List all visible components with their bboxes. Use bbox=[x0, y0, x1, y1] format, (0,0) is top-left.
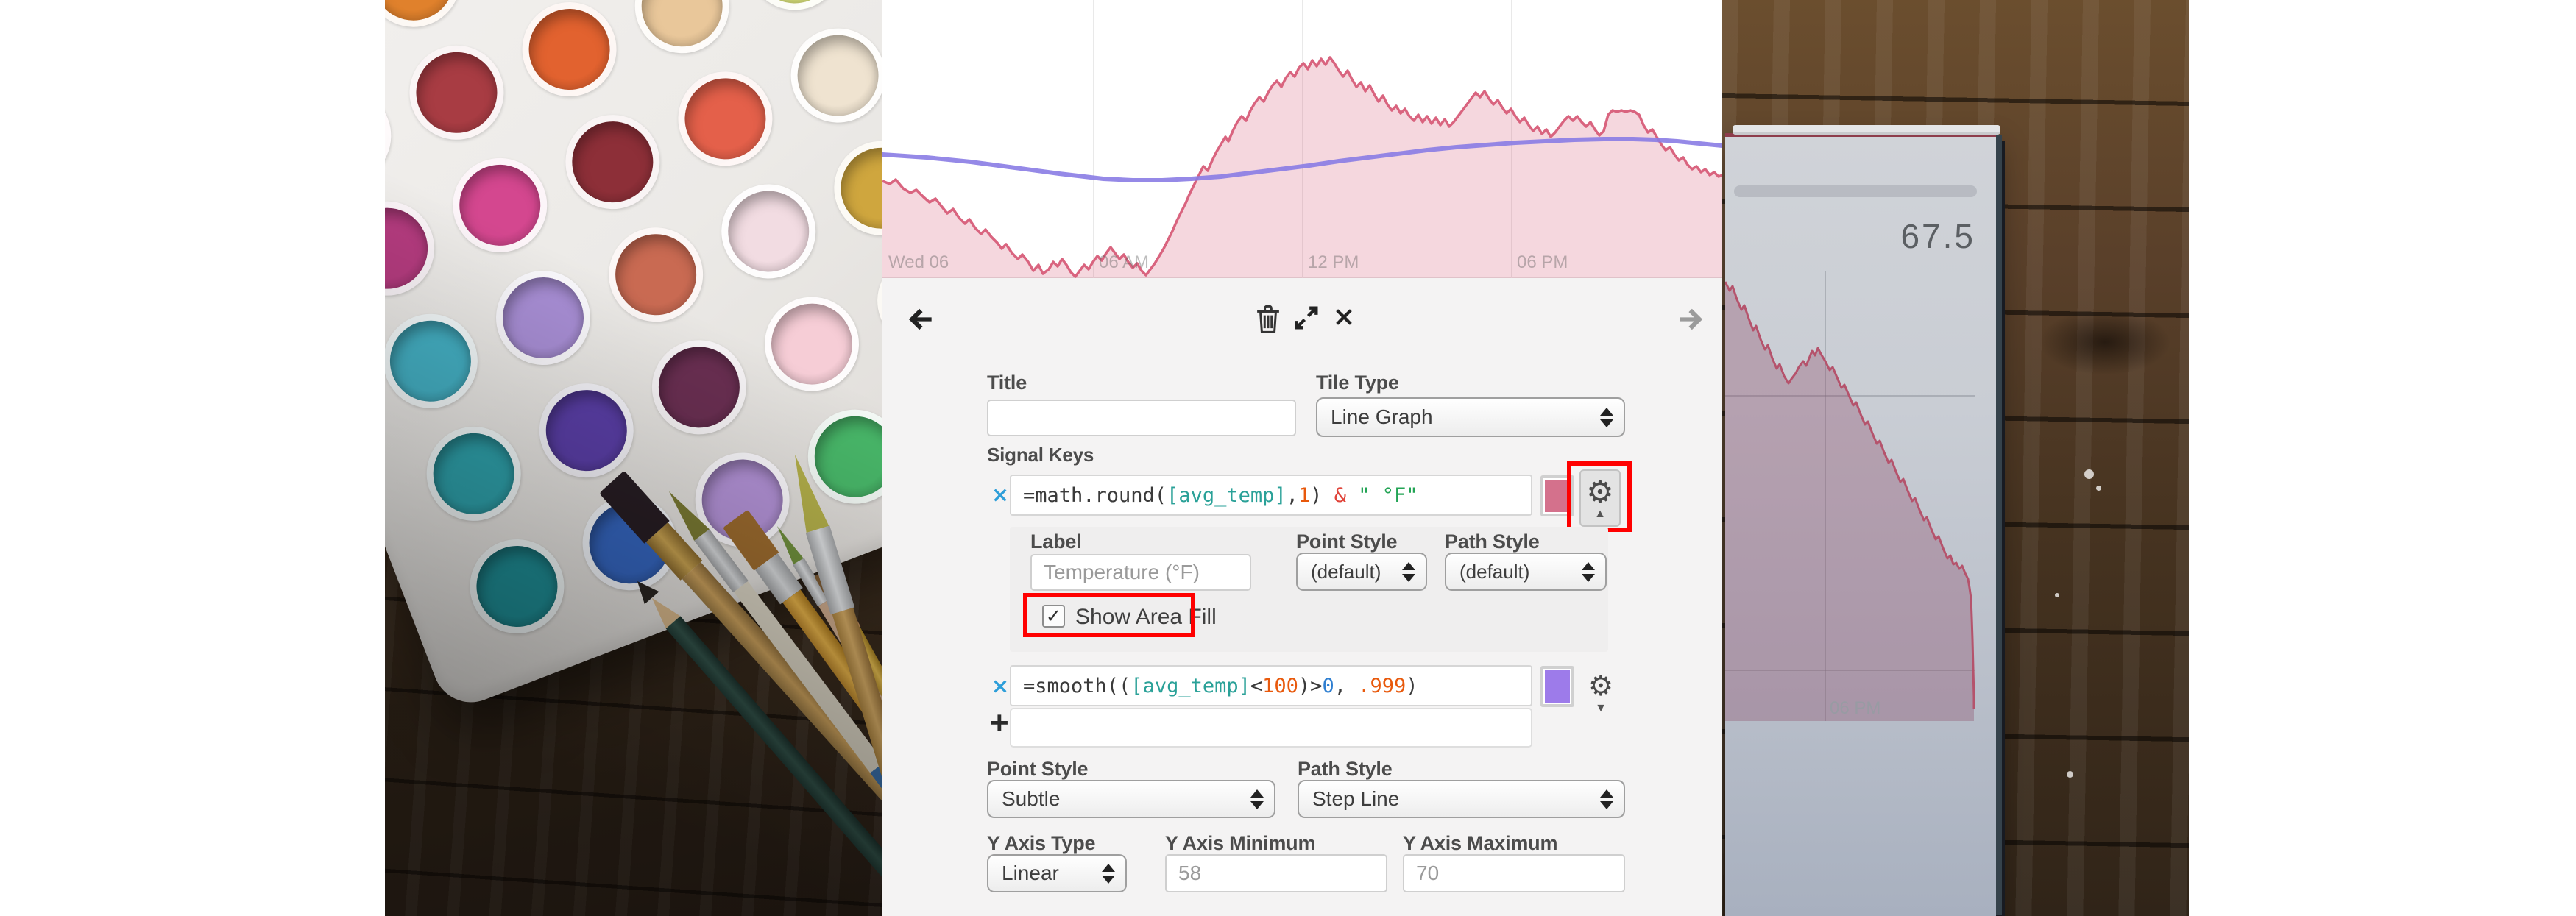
y-axis-maximum-input[interactable] bbox=[1403, 854, 1625, 892]
label-input[interactable] bbox=[1030, 554, 1251, 591]
select-stepper-icon bbox=[1582, 562, 1595, 582]
caret-up-icon: ▲ bbox=[1594, 508, 1606, 520]
device-chart: 06 PM bbox=[1725, 271, 1995, 757]
tile-type-value: Line Graph bbox=[1331, 405, 1594, 429]
trash-icon[interactable] bbox=[1253, 302, 1284, 339]
signal-options-gear-button[interactable]: ⚙ ▼ bbox=[1582, 666, 1620, 719]
y-axis-maximum-label: Y Axis Maximum bbox=[1403, 832, 1557, 855]
svg-text:Wed 06: Wed 06 bbox=[888, 252, 949, 272]
swatch-color bbox=[1545, 670, 1570, 703]
select-stepper-icon bbox=[1102, 864, 1115, 884]
photo-shadow-overlay bbox=[385, 0, 882, 916]
point-style-select[interactable]: (default) bbox=[1296, 553, 1427, 591]
show-area-fill-checkbox[interactable]: ✓ bbox=[1042, 605, 1065, 628]
y-axis-minimum-label: Y Axis Minimum bbox=[1165, 832, 1315, 855]
title-input[interactable] bbox=[987, 400, 1296, 436]
new-signal-key-input[interactable] bbox=[1010, 708, 1532, 748]
select-stepper-icon bbox=[1600, 789, 1613, 809]
path-style-label: Path Style bbox=[1445, 530, 1540, 553]
swatch-color bbox=[1545, 480, 1570, 512]
show-area-fill-label: Show Area Fill bbox=[1075, 605, 1217, 630]
caret-down-icon: ▼ bbox=[1595, 703, 1607, 714]
point-style-select[interactable]: Subtle bbox=[987, 780, 1275, 818]
tile-type-select[interactable]: Line Graph bbox=[1316, 397, 1625, 437]
point-style-label: Point Style bbox=[1296, 530, 1397, 553]
signal-keys-label: Signal Keys bbox=[987, 444, 1094, 466]
temperature-chart: Wed 06 06 AM 12 PM 06 PM bbox=[882, 0, 1722, 278]
paint-speckle bbox=[2096, 486, 2101, 491]
y-axis-type-select[interactable]: Linear bbox=[987, 854, 1127, 892]
svg-text:06 PM: 06 PM bbox=[1830, 698, 1880, 718]
color-swatch[interactable] bbox=[1540, 666, 1574, 707]
path-style-value: (default) bbox=[1459, 561, 1576, 583]
line-graph-preview: Wed 06 06 AM 12 PM 06 PM bbox=[882, 0, 1722, 278]
path-style-select[interactable]: (default) bbox=[1445, 553, 1607, 591]
device-title-bar bbox=[1734, 185, 1977, 197]
y-axis-minimum-input[interactable] bbox=[1165, 854, 1387, 892]
forward-arrow-icon[interactable] bbox=[1674, 303, 1707, 339]
paint-speckle bbox=[2084, 469, 2094, 479]
stacked-pages-edge bbox=[1733, 125, 2000, 132]
svg-text:12 PM: 12 PM bbox=[1308, 252, 1359, 272]
remove-signal-icon[interactable] bbox=[989, 484, 1011, 510]
close-icon[interactable] bbox=[1330, 303, 1358, 335]
color-swatch[interactable] bbox=[1540, 475, 1574, 516]
y-axis-type-value: Linear bbox=[1002, 862, 1096, 885]
tile-settings-modal: Wed 0606 AM12 PM06 PM T bbox=[882, 0, 1722, 916]
y-axis-type-label: Y Axis Type bbox=[987, 832, 1095, 855]
label-field-label: Label bbox=[1030, 530, 1082, 553]
point-style-value: Subtle bbox=[1002, 787, 1245, 811]
signal-options-gear-button[interactable]: ⚙ ▲ bbox=[1579, 469, 1621, 527]
screenshot-canvas: Wed 0606 AM12 PM06 PM T bbox=[0, 0, 2576, 916]
point-style-value: (default) bbox=[1311, 561, 1396, 583]
point-style-label: Point Style bbox=[987, 758, 1088, 781]
signal-key-input[interactable]: =math.round([avg_temp],1) & " °F" bbox=[1010, 475, 1532, 516]
gear-icon: ⚙ bbox=[1588, 670, 1613, 703]
paper-dashboard-device: 67.5 06 PM bbox=[1725, 133, 1996, 916]
path-style-select[interactable]: Step Line bbox=[1298, 780, 1625, 818]
back-arrow-icon[interactable] bbox=[905, 303, 937, 339]
wood-knot bbox=[2039, 309, 2171, 375]
photo-watercolor-palette bbox=[385, 0, 882, 916]
tile-type-label: Tile Type bbox=[1316, 372, 1399, 394]
select-stepper-icon bbox=[1600, 408, 1613, 427]
remove-signal-icon[interactable] bbox=[989, 675, 1011, 701]
title-label: Title bbox=[987, 372, 1027, 394]
gear-icon: ⚙ bbox=[1586, 476, 1614, 508]
paint-speckle bbox=[2055, 593, 2059, 597]
svg-text:06 AM: 06 AM bbox=[1099, 252, 1149, 272]
select-stepper-icon bbox=[1250, 789, 1264, 809]
svg-text:06 PM: 06 PM bbox=[1517, 252, 1568, 272]
device-temperature-value: 67.5 bbox=[1806, 216, 1975, 256]
path-style-label: Path Style bbox=[1298, 758, 1393, 781]
path-style-value: Step Line bbox=[1312, 787, 1594, 811]
add-signal-key-button[interactable]: + bbox=[990, 712, 1009, 734]
expand-icon[interactable] bbox=[1292, 303, 1321, 336]
select-stepper-icon bbox=[1402, 562, 1415, 582]
signal-key-input[interactable]: =smooth(([avg_temp]<100)>0, .999) bbox=[1010, 665, 1532, 706]
scene: Wed 0606 AM12 PM06 PM T bbox=[385, 0, 2189, 916]
photo-notepad-device: 67.5 06 PM bbox=[1722, 0, 2189, 916]
paint-speckle bbox=[2067, 771, 2073, 778]
